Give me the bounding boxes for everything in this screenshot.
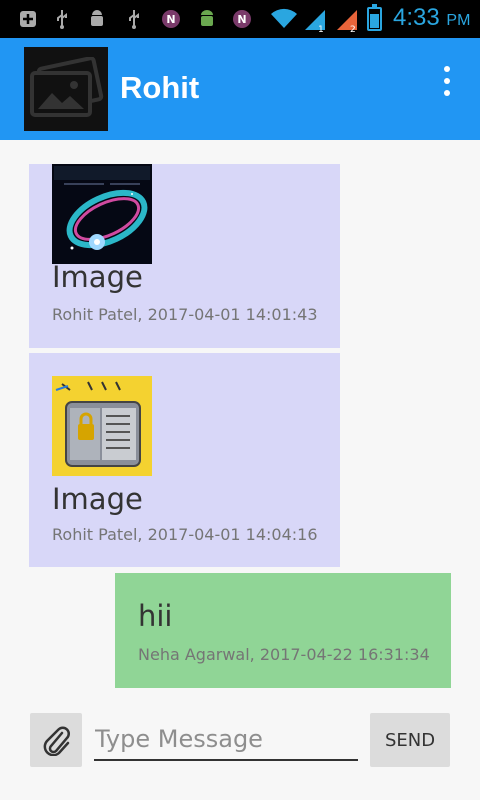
message-image-thumbnail[interactable]: [52, 376, 152, 476]
clock-ampm: PM: [446, 12, 471, 29]
usb-icon: [124, 8, 144, 30]
contact-avatar[interactable]: [24, 47, 108, 131]
n-notification-icon: N: [233, 10, 251, 28]
wifi-icon: [270, 8, 298, 30]
battery-icon: [367, 4, 382, 31]
security-app-image: [52, 376, 152, 476]
app-bar: Rohit: [0, 38, 480, 140]
contact-name: Rohit: [120, 70, 200, 105]
overflow-menu-icon[interactable]: [437, 66, 457, 96]
message-image-thumbnail[interactable]: [52, 164, 152, 264]
usb-icon: [52, 8, 72, 30]
send-button[interactable]: SEND: [370, 713, 450, 767]
message-sender-timestamp: Rohit Patel, 2017-04-01 14:01:43: [52, 305, 318, 324]
message-bubble-incoming[interactable]: Image Rohit Patel, 2017-04-01 14:01:43: [29, 164, 340, 348]
add-box-icon: [18, 8, 38, 30]
signal-sim1-icon: 1: [303, 8, 325, 35]
android-icon: [197, 8, 217, 30]
android-debug-icon: [87, 8, 107, 30]
clock: 4:33 PM: [393, 4, 470, 32]
signal-sim2-icon: 2: [335, 8, 357, 35]
n-notification-icon: N: [162, 10, 180, 28]
space-wallpaper-image: [52, 164, 152, 264]
message-text: hii: [138, 599, 173, 633]
message-bubble-incoming[interactable]: Image Rohit Patel, 2017-04-01 14:04:16: [29, 353, 340, 567]
message-bubble-outgoing[interactable]: hii Neha Agarwal, 2017-04-22 16:31:34: [115, 573, 451, 688]
sim1-label: 1: [318, 25, 324, 32]
clock-time: 4:33: [393, 4, 440, 31]
message-text: Image: [52, 482, 143, 516]
message-text: Image: [52, 260, 143, 294]
sim2-label: 2: [350, 25, 356, 32]
image-placeholder-icon: [30, 57, 104, 117]
message-sender-timestamp: Rohit Patel, 2017-04-01 14:04:16: [52, 525, 318, 544]
status-bar: N N 1 2 4:33 PM: [0, 0, 480, 38]
message-sender-timestamp: Neha Agarwal, 2017-04-22 16:31:34: [138, 645, 430, 664]
paperclip-icon: [43, 726, 70, 756]
attach-button[interactable]: [30, 713, 82, 767]
message-input[interactable]: [94, 718, 358, 761]
